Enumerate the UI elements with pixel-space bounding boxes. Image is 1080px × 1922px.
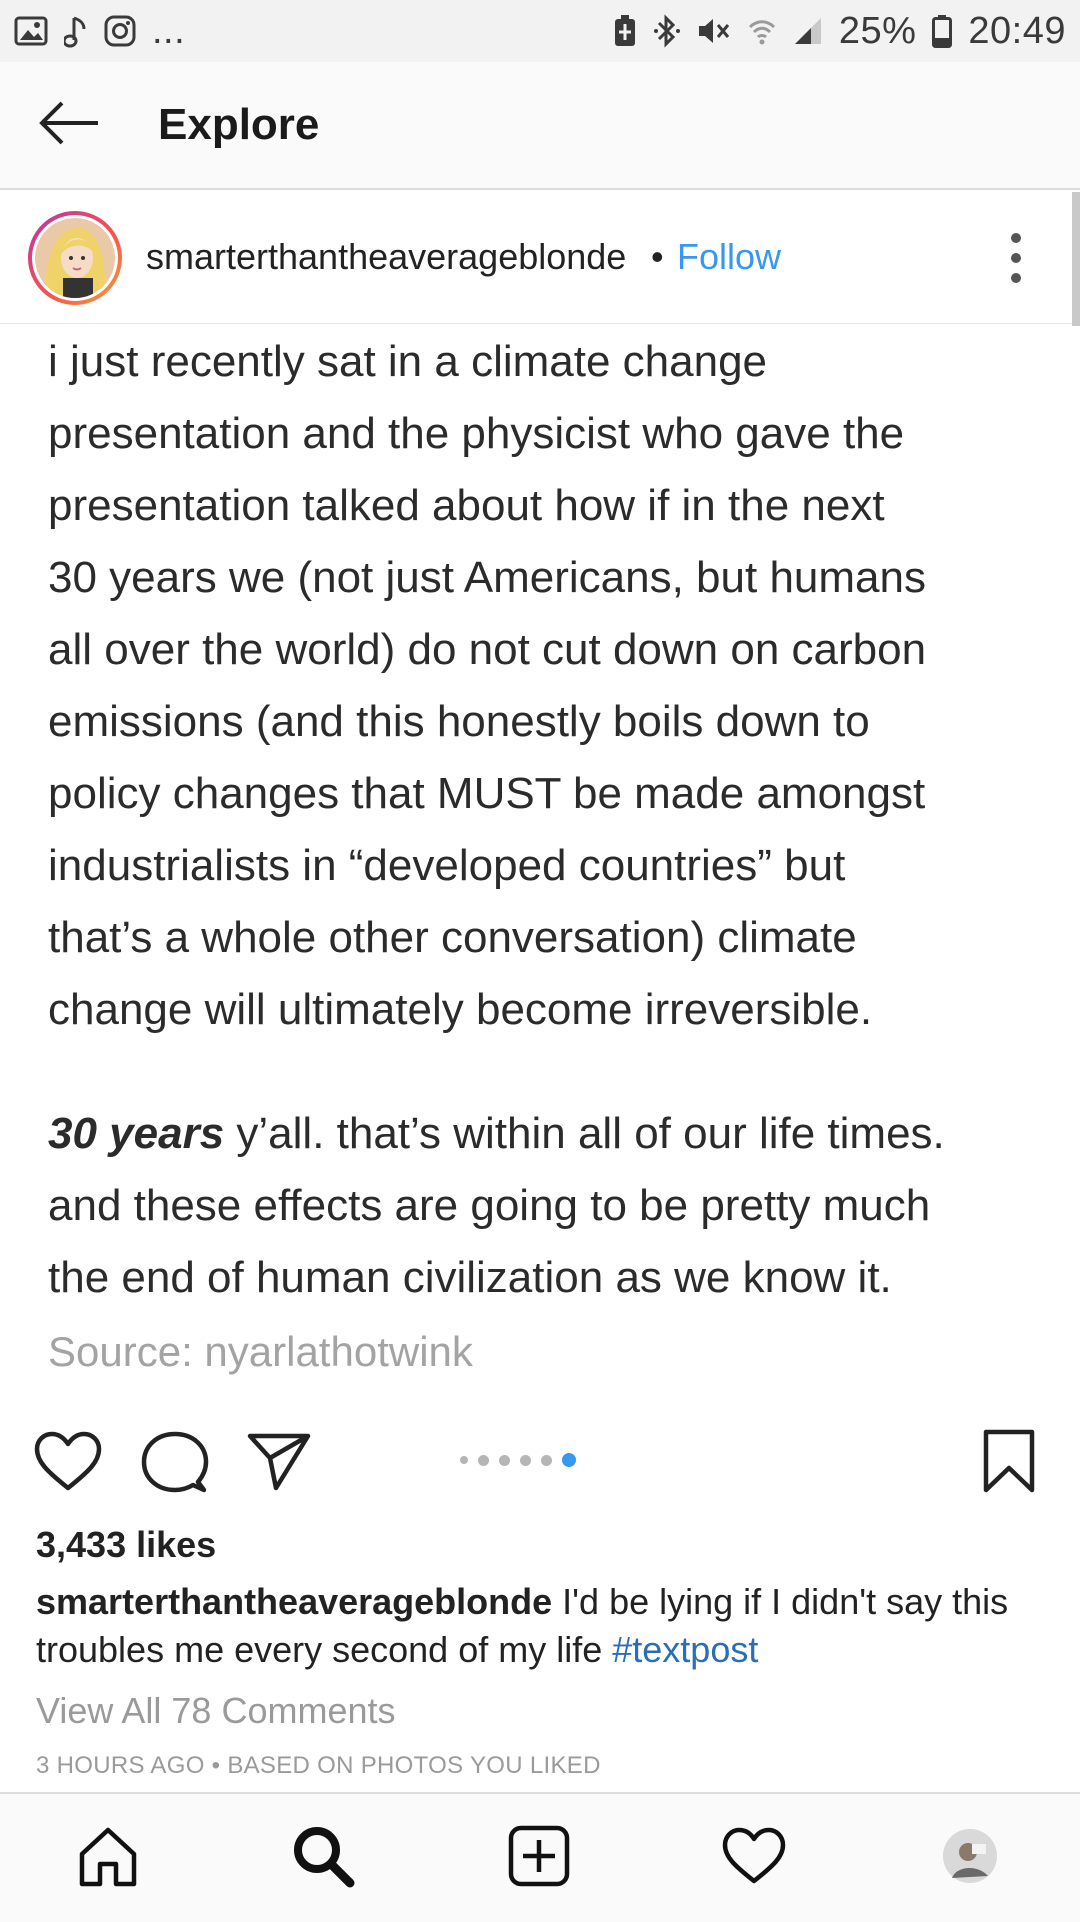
music-note-icon	[64, 14, 88, 48]
nav-new-post-button[interactable]	[499, 1818, 579, 1898]
post-username[interactable]: smarterthantheaverageblonde	[146, 236, 626, 278]
status-bar-right: 25% 20:49	[613, 10, 1066, 53]
mute-icon	[697, 15, 731, 47]
view-comments-link[interactable]: View All 78 Comments	[36, 1690, 396, 1732]
carousel-dot	[520, 1454, 531, 1466]
post-text-paragraph-2: 30 years y’all. that’s within all of our…	[48, 1098, 1048, 1314]
profile-avatar	[942, 1828, 998, 1889]
bookmark-icon	[982, 1429, 1036, 1498]
arrow-left-icon	[38, 100, 102, 151]
likes-count[interactable]: 3,433 likes	[36, 1524, 216, 1566]
instagram-icon	[104, 15, 136, 47]
nav-home-button[interactable]	[68, 1818, 148, 1898]
bottom-navigation	[0, 1792, 1080, 1922]
nav-activity-button[interactable]	[714, 1818, 794, 1898]
comment-bubble-icon	[140, 1431, 210, 1500]
home-icon	[76, 1824, 140, 1893]
post-text-line: i just recently sat in a climate change	[48, 337, 768, 386]
post-text-line: all over the world) do not cut down on c…	[48, 625, 927, 674]
caption-username[interactable]: smarterthantheaverageblonde	[36, 1581, 552, 1622]
status-time: 20:49	[968, 9, 1066, 52]
post-text-line: and these effects are going to be pretty…	[48, 1181, 931, 1230]
post-image[interactable]: i just recently sat in a climate change …	[0, 326, 1080, 1392]
heart-icon	[33, 1431, 103, 1498]
carousel-dot-active	[562, 1453, 576, 1467]
carousel-indicator	[460, 1453, 576, 1467]
post-text-line: emissions (and this honestly boils down …	[48, 697, 870, 746]
post-text-line: industrialists in “developed countries” …	[48, 841, 846, 890]
status-bar: ... 25% 20:49	[0, 0, 1080, 62]
like-button[interactable]	[33, 1430, 103, 1500]
carousel-dot	[499, 1454, 510, 1466]
status-bar-left: ...	[14, 10, 185, 53]
post-timestamp: 3 HOURS AGO • BASED ON PHOTOS YOU LIKED	[36, 1752, 601, 1779]
post-caption: smarterthantheaverageblonde I'd be lying…	[36, 1578, 1046, 1674]
carousel-dot	[541, 1454, 552, 1466]
avatar-image	[35, 218, 115, 298]
nav-profile-button[interactable]	[930, 1818, 1010, 1898]
post-text-line: the end of human civilization as we know…	[48, 1253, 892, 1302]
post-author-avatar[interactable]	[28, 211, 122, 305]
post-text-line: 30 years we (not just Americans, but hum…	[48, 553, 926, 602]
carousel-dot	[460, 1456, 468, 1464]
save-button[interactable]	[982, 1428, 1052, 1498]
post-text-line: change will ultimately become irreversib…	[48, 985, 873, 1034]
carousel-dot	[478, 1454, 489, 1466]
battery-saver-icon	[613, 14, 637, 48]
nav-search-button[interactable]	[283, 1818, 363, 1898]
back-button[interactable]	[0, 61, 140, 189]
post-text-paragraph-1: i just recently sat in a climate change …	[48, 326, 1048, 1046]
page-title: Explore	[158, 100, 320, 149]
post-text-line: that’s a whole other conversation) clima…	[48, 913, 857, 962]
post-text-line: presentation and the physicist who gave …	[48, 409, 905, 458]
bluetooth-icon	[653, 14, 681, 48]
post-source: Source: nyarlathotwink	[48, 1328, 473, 1375]
add-post-icon	[507, 1824, 571, 1893]
image-icon	[14, 16, 48, 46]
comment-button[interactable]	[140, 1430, 210, 1500]
share-button[interactable]	[246, 1430, 316, 1500]
search-icon	[290, 1823, 356, 1894]
post-text-line: y’all. that’s within all of our life tim…	[224, 1109, 945, 1158]
activity-heart-icon	[722, 1827, 786, 1890]
status-overflow: ...	[152, 9, 186, 52]
post-header: smarterthantheaverageblonde • Follow	[0, 192, 1080, 324]
battery-icon	[932, 14, 953, 48]
signal-icon	[793, 16, 823, 46]
separator-dot: •	[651, 236, 664, 277]
hashtag-link[interactable]: #textpost	[612, 1629, 758, 1670]
kebab-menu-icon	[996, 233, 1036, 294]
wifi-icon	[747, 16, 777, 46]
app-header: Explore	[0, 62, 1080, 190]
more-options-button[interactable]	[996, 226, 1036, 290]
follow-button[interactable]: Follow	[677, 236, 781, 278]
send-paper-plane-icon	[246, 1433, 312, 1496]
post-text-line: presentation talked about how if in the …	[48, 481, 885, 530]
emphasis-text: 30 years	[48, 1109, 225, 1158]
battery-percent: 25%	[838, 9, 917, 52]
post-text-line: policy changes that MUST be made amongst	[48, 769, 926, 818]
